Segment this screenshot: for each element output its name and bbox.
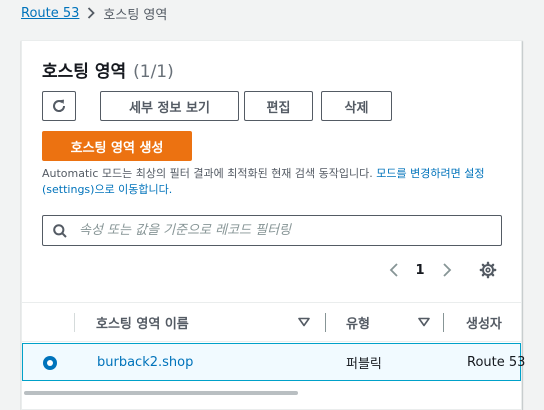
breadcrumb-route53-link[interactable]: Route 53 xyxy=(21,6,79,21)
column-resize-handle[interactable] xyxy=(325,313,326,332)
next-page-button[interactable] xyxy=(436,259,458,281)
row-select-radio[interactable] xyxy=(43,356,57,370)
notice-text: Automatic 모드는 최상의 필터 결과에 최적화된 현재 검색 동작입니… xyxy=(42,167,377,180)
horizontal-scrollbar[interactable] xyxy=(22,389,521,397)
column-resize-handle[interactable] xyxy=(443,313,444,332)
panel-count: (1/1) xyxy=(133,62,174,82)
gear-icon xyxy=(479,261,497,279)
hosted-zones-panel: 호스팅 영역 (1/1) 세부 정보 보기 편집 삭제 호스팅 영역 생성 Au… xyxy=(21,40,525,410)
breadcrumb-chevron-icon xyxy=(79,7,103,19)
edit-button[interactable]: 편집 xyxy=(244,91,313,121)
hosted-zone-type: 퍼블릭 xyxy=(346,356,382,372)
table-row[interactable]: burback2.shop 퍼블릭 Route 53 xyxy=(22,343,525,381)
search-field[interactable] xyxy=(42,215,502,246)
view-details-button[interactable]: 세부 정보 보기 xyxy=(100,91,239,121)
refresh-button[interactable] xyxy=(42,91,76,121)
column-divider xyxy=(74,313,75,332)
table-header: 호스팅 영역 이름 유형 생성자 xyxy=(22,302,521,342)
hosted-zone-creator: Route 53 xyxy=(467,354,526,370)
panel-title: 호스팅 영역 xyxy=(42,62,127,82)
page-title: 호스팅 영역 (1/1) xyxy=(42,57,174,82)
chevron-right-icon xyxy=(443,263,452,277)
search-icon xyxy=(53,223,67,238)
scrollbar-thumb[interactable] xyxy=(24,391,298,395)
chevron-left-icon xyxy=(389,263,398,277)
create-hosted-zone-button[interactable]: 호스팅 영역 생성 xyxy=(42,131,192,161)
page-number[interactable]: 1 xyxy=(410,259,430,281)
search-mode-notice: Automatic 모드는 최상의 필터 결과에 최적화된 현재 검색 동작입니… xyxy=(42,166,504,198)
sort-down-icon[interactable] xyxy=(418,316,430,331)
delete-button[interactable]: 삭제 xyxy=(321,91,392,121)
breadcrumb-current: 호스팅 영역 xyxy=(103,7,168,23)
search-input[interactable] xyxy=(79,223,501,238)
column-header-type[interactable]: 유형 xyxy=(346,303,370,341)
sort-down-icon[interactable] xyxy=(298,316,310,331)
breadcrumb: Route 53 호스팅 영역 xyxy=(21,4,168,23)
refresh-icon xyxy=(53,99,66,112)
hosted-zone-name-link[interactable]: burback2.shop xyxy=(97,344,193,380)
column-header-creator[interactable]: 생성자 xyxy=(466,303,502,341)
previous-page-button[interactable] xyxy=(383,259,405,281)
preferences-button[interactable] xyxy=(476,259,500,281)
column-header-name[interactable]: 호스팅 영역 이름 xyxy=(96,303,189,341)
